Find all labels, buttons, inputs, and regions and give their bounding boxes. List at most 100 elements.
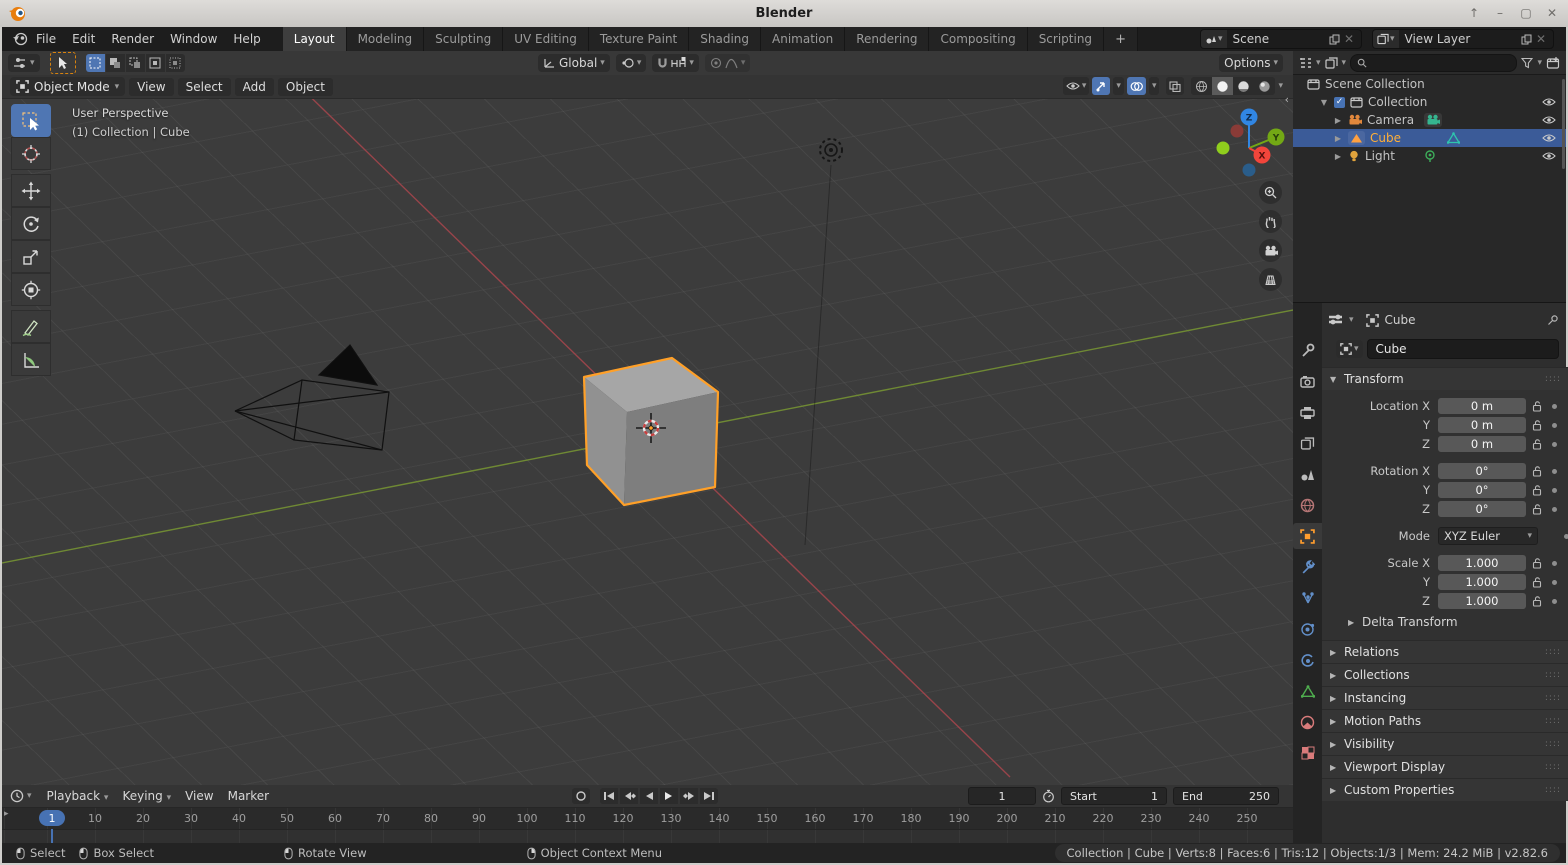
delta-transform-panel-header[interactable]: ▶ Delta Transform: [1322, 612, 1568, 632]
gizmos-toggle[interactable]: [1092, 77, 1111, 95]
camera-eye-icon[interactable]: [1542, 115, 1556, 125]
motion-paths-panel-header[interactable]: ▶ Motion Paths::::: [1322, 709, 1568, 732]
playback-menu[interactable]: Playback ▾: [40, 787, 116, 805]
tab-layout[interactable]: Layout: [282, 27, 347, 51]
tool-measure[interactable]: [11, 343, 51, 376]
overlays-toggle[interactable]: [1126, 77, 1146, 95]
camera-expand-icon[interactable]: ▶: [1333, 116, 1343, 125]
window-maximize-button[interactable]: ▢: [1516, 3, 1536, 23]
animate-dot[interactable]: [1552, 598, 1557, 604]
light-data-icon[interactable]: [1424, 149, 1436, 163]
playhead-current-frame[interactable]: 1: [39, 810, 65, 826]
collection-expand-icon[interactable]: ▼: [1319, 98, 1329, 107]
location-y-field[interactable]: 0 m: [1438, 417, 1526, 433]
window-close-button[interactable]: ✕: [1542, 3, 1562, 23]
custom-properties-panel-header[interactable]: ▶ Custom Properties::::: [1322, 778, 1568, 801]
view-layer-selector[interactable]: ▾ View Layer ✕: [1372, 29, 1554, 49]
shading-material-button[interactable]: [1233, 77, 1254, 95]
lock-icon[interactable]: [1531, 465, 1543, 477]
tab-scripting[interactable]: Scripting: [1027, 27, 1105, 51]
light-object[interactable]: [819, 138, 843, 162]
lock-icon[interactable]: [1531, 557, 1543, 569]
light-eye-icon[interactable]: [1542, 151, 1556, 161]
next-keyframe-button[interactable]: [680, 788, 698, 804]
xray-toggle[interactable]: [1166, 77, 1185, 95]
panel-grip[interactable]: ::::: [1545, 716, 1561, 726]
tab-sculpting[interactable]: Sculpting: [424, 27, 504, 51]
tool-transform[interactable]: [11, 273, 51, 306]
animate-dot[interactable]: [1552, 487, 1557, 493]
tool-rotate[interactable]: [11, 207, 51, 240]
camera-data-icon[interactable]: [1424, 113, 1442, 127]
outliner-row-scene-collection[interactable]: Scene Collection: [1293, 75, 1566, 93]
rotation-mode-dropdown[interactable]: XYZ Euler ▾: [1438, 527, 1538, 545]
keying-menu[interactable]: Keying ▾: [115, 787, 178, 805]
tab-shading[interactable]: Shading: [689, 27, 761, 51]
playhead-line[interactable]: [51, 829, 53, 844]
tool-cursor[interactable]: [11, 137, 51, 170]
tab-scene[interactable]: [1293, 461, 1322, 487]
menu-help[interactable]: Help: [225, 30, 268, 48]
outliner-row-cube[interactable]: ▶ Cube: [1293, 129, 1566, 147]
auto-keyframe-button[interactable]: [572, 788, 590, 804]
menu-file[interactable]: File: [28, 30, 64, 48]
remove-view-layer-icon[interactable]: ✕: [1533, 32, 1549, 46]
tab-physics[interactable]: [1293, 616, 1322, 642]
active-tool-select-box[interactable]: [49, 52, 76, 74]
tool-scale[interactable]: [11, 240, 51, 273]
viewport-menu-view[interactable]: View: [129, 77, 174, 96]
animate-dot[interactable]: [1552, 506, 1557, 512]
marker-menu[interactable]: Marker: [221, 787, 276, 805]
panel-grip[interactable]: ::::: [1545, 670, 1561, 680]
select-mode-invert[interactable]: [145, 54, 165, 72]
animate-dot[interactable]: [1552, 560, 1557, 566]
panel-grip[interactable]: ::::: [1545, 647, 1561, 657]
pan-button[interactable]: [1259, 210, 1282, 233]
gizmo-axis-neg-x[interactable]: [1230, 124, 1244, 138]
filter-chevron-icon[interactable]: ▾: [1537, 58, 1542, 68]
tab-particles[interactable]: [1293, 585, 1322, 611]
lock-icon[interactable]: [1531, 595, 1543, 607]
tab-constraints[interactable]: [1293, 647, 1322, 673]
add-workspace-button[interactable]: +: [1104, 27, 1138, 51]
active-tool-selector[interactable]: ▾: [8, 54, 40, 72]
scale-x-field[interactable]: 1.000: [1438, 555, 1526, 571]
preview-range-icon[interactable]: [1042, 789, 1055, 803]
properties-editor-chevron-icon[interactable]: ▾: [1349, 315, 1354, 325]
lock-icon[interactable]: [1531, 419, 1543, 431]
animate-dot[interactable]: [1552, 579, 1557, 585]
select-mode-subtract[interactable]: [125, 54, 145, 72]
new-scene-icon[interactable]: [1329, 34, 1340, 45]
menu-window[interactable]: Window: [162, 30, 225, 48]
shading-solid-button[interactable]: [1212, 77, 1234, 95]
end-frame-field[interactable]: End 250: [1173, 787, 1279, 805]
shading-dropdown[interactable]: ▾: [1278, 81, 1283, 91]
select-mode-extend[interactable]: [105, 54, 125, 72]
play-button[interactable]: [660, 788, 678, 804]
object-name-field[interactable]: Cube: [1366, 339, 1559, 359]
tab-output[interactable]: [1293, 399, 1322, 425]
panel-grip[interactable]: ::::: [1545, 785, 1561, 795]
overlays-dropdown[interactable]: ▾: [1148, 77, 1160, 95]
blender-menu-icon[interactable]: [12, 32, 28, 46]
unlink-scene-icon[interactable]: ✕: [1341, 32, 1357, 46]
shading-rendered-button[interactable]: [1254, 77, 1275, 95]
relations-panel-header[interactable]: ▶ Relations::::: [1322, 640, 1568, 663]
gizmos-dropdown[interactable]: ▾: [1113, 77, 1124, 95]
outliner-row-collection[interactable]: ▼ ✓ Collection: [1293, 93, 1566, 111]
view-menu[interactable]: View: [178, 787, 220, 805]
falloff-curve-icon[interactable]: [725, 57, 738, 69]
rotation-z-field[interactable]: 0°: [1438, 501, 1526, 517]
tab-texture-paint[interactable]: Texture Paint: [588, 27, 690, 51]
camera-view-button[interactable]: [1259, 239, 1282, 262]
tool-select-box[interactable]: [11, 104, 51, 137]
animate-dot[interactable]: [1552, 403, 1557, 409]
lock-icon[interactable]: [1531, 484, 1543, 496]
options-dropdown[interactable]: Options ▾: [1219, 54, 1283, 72]
scale-z-field[interactable]: 1.000: [1438, 593, 1526, 609]
panel-grip[interactable]: ::::: [1545, 739, 1561, 749]
tab-object-data[interactable]: [1293, 678, 1322, 704]
current-frame-field[interactable]: 1: [968, 787, 1036, 805]
new-collection-icon[interactable]: [1546, 56, 1560, 69]
viewport-3d[interactable]: Z Y X Object Mode ▾ View Select Add Obje…: [2, 75, 1293, 785]
